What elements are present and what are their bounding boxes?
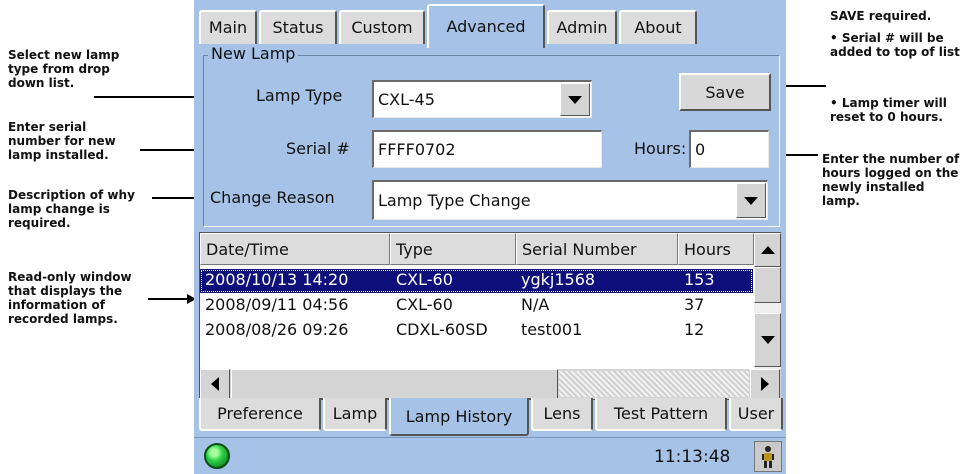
tab-lamp[interactable]: Lamp	[323, 398, 387, 431]
tab-lamp-label: Lamp	[332, 404, 378, 423]
hours-input[interactable]: 0	[689, 130, 769, 168]
cell-datetime: 2008/08/26 09:26	[205, 320, 349, 339]
serial-label: Serial #	[286, 139, 350, 158]
cell-serial: ygkj1568	[521, 270, 596, 289]
scroll-down-button[interactable]	[754, 313, 781, 367]
hscroll-track[interactable]	[559, 371, 749, 397]
lamp-type-dropdown-button[interactable]	[560, 83, 590, 116]
scroll-thumb[interactable]	[754, 267, 781, 303]
person-icon[interactable]	[754, 441, 782, 472]
change-reason-dropdown-button[interactable]	[736, 183, 766, 218]
cell-hours: 12	[684, 320, 705, 339]
chevron-down-icon	[744, 196, 758, 205]
chevron-down-icon	[568, 95, 582, 104]
callout-description: Description of why lamp change is requir…	[8, 188, 135, 230]
cell-type: CXL-60	[396, 270, 453, 289]
arrow-up-icon	[760, 246, 775, 254]
table-row[interactable]: 2008/09/11 04:56 CXL-60 N/A 37	[200, 294, 753, 318]
tab-admin[interactable]: Admin	[547, 10, 617, 44]
tab-test-pattern-label: Test Pattern	[613, 404, 709, 423]
callout-arrow-save	[774, 81, 826, 91]
tab-preference-label: Preference	[217, 404, 303, 423]
tab-lens[interactable]: Lens	[531, 398, 593, 431]
save-button[interactable]: Save	[679, 73, 771, 111]
hours-value: 0	[695, 140, 706, 159]
cell-type: CDXL-60SD	[396, 320, 488, 339]
column-header-datetime[interactable]: Date/Time	[200, 233, 390, 265]
scroll-up-button[interactable]	[754, 233, 781, 267]
lamp-type-dropdown[interactable]: CXL-45	[372, 80, 592, 118]
new-lamp-group-label: New Lamp	[208, 44, 299, 63]
tab-test-pattern[interactable]: Test Pattern	[595, 398, 727, 431]
callout-enter-serial: Enter serial number for new lamp install…	[8, 120, 116, 162]
tab-lamp-history[interactable]: Lamp History	[389, 398, 529, 436]
tab-custom-label: Custom	[351, 17, 413, 37]
tab-user[interactable]: User	[729, 398, 783, 431]
green-status-led-icon	[204, 443, 230, 469]
cell-datetime: 2008/10/13 14:20	[205, 270, 349, 289]
tab-status[interactable]: Status	[259, 10, 337, 44]
change-reason-label: Change Reason	[210, 188, 335, 207]
column-header-serial[interactable]: Serial Number	[516, 233, 678, 265]
serial-input[interactable]: FFFF0702	[372, 130, 602, 168]
cell-serial: N/A	[521, 295, 550, 314]
table-row[interactable]: 2008/10/13 14:20 CXL-60 ygkj1568 153	[200, 269, 753, 293]
tab-user-label: User	[737, 404, 775, 423]
tab-advanced[interactable]: Advanced	[427, 4, 545, 48]
change-reason-value: Lamp Type Change	[378, 191, 531, 210]
callout-lamp-timer: • Lamp timer will reset to 0 hours.	[830, 96, 947, 124]
scroll-right-button[interactable]	[750, 369, 780, 399]
callout-serial-top: • Serial # will be added to top of list	[830, 31, 960, 59]
cell-hours: 37	[684, 295, 705, 314]
device-screen: Main Status Custom Advanced Admin About …	[194, 0, 786, 474]
tab-admin-label: Admin	[556, 17, 608, 37]
tab-custom[interactable]: Custom	[339, 10, 425, 44]
tab-about[interactable]: About	[619, 10, 697, 44]
change-reason-dropdown[interactable]: Lamp Type Change	[372, 180, 768, 220]
callout-select-lamp: Select new lamp type from drop down list…	[8, 48, 120, 90]
arrow-down-icon	[760, 336, 775, 344]
cell-type: CXL-60	[396, 295, 453, 314]
cell-datetime: 2008/09/11 04:56	[205, 295, 349, 314]
horizontal-scrollbar[interactable]	[200, 369, 781, 399]
tab-main[interactable]: Main	[199, 10, 257, 44]
status-time: 11:13:48	[654, 447, 731, 467]
arrow-right-icon	[761, 377, 769, 391]
tab-status-label: Status	[272, 17, 324, 37]
status-bar: 11:13:48	[194, 437, 786, 474]
tab-lamp-history-label: Lamp History	[405, 406, 513, 426]
cell-serial: test001	[521, 320, 583, 339]
callout-read-only: Read-only window that displays the infor…	[8, 270, 132, 326]
save-button-label: Save	[705, 82, 745, 102]
tab-preference[interactable]: Preference	[199, 398, 321, 431]
column-header-hours[interactable]: Hours	[678, 233, 754, 265]
column-header-type-label: Type	[396, 239, 433, 259]
person-icon-glyph	[762, 445, 774, 468]
tab-lens-label: Lens	[543, 404, 581, 423]
column-header-serial-label: Serial Number	[522, 239, 637, 259]
table-row[interactable]: 2008/08/26 09:26 CDXL-60SD test001 12	[200, 319, 753, 343]
hscroll-thumb[interactable]	[231, 369, 558, 399]
lamp-type-label: Lamp Type	[256, 86, 343, 105]
arrow-left-icon	[211, 377, 219, 391]
vertical-scrollbar[interactable]	[754, 233, 781, 369]
tab-main-label: Main	[208, 17, 248, 37]
column-header-type[interactable]: Type	[390, 233, 516, 265]
tab-advanced-label: Advanced	[446, 16, 526, 36]
column-header-datetime-label: Date/Time	[206, 239, 289, 259]
lamp-type-value: CXL-45	[378, 90, 435, 109]
hours-label: Hours:	[634, 139, 687, 158]
callout-save-required: SAVE required.	[830, 9, 932, 23]
scroll-left-button[interactable]	[200, 369, 230, 399]
tab-about-label: About	[634, 17, 682, 37]
serial-value: FFFF0702	[378, 140, 456, 159]
column-header-hours-label: Hours	[684, 239, 731, 259]
cell-hours: 153	[684, 270, 715, 289]
callout-arrow-hours	[774, 150, 818, 160]
callout-enter-hours: Enter the number of hours logged on the …	[822, 152, 960, 208]
lamp-history-list[interactable]: Date/Time Type Serial Number Hours 2008/…	[199, 232, 781, 400]
callout-arrow-list	[148, 294, 196, 304]
